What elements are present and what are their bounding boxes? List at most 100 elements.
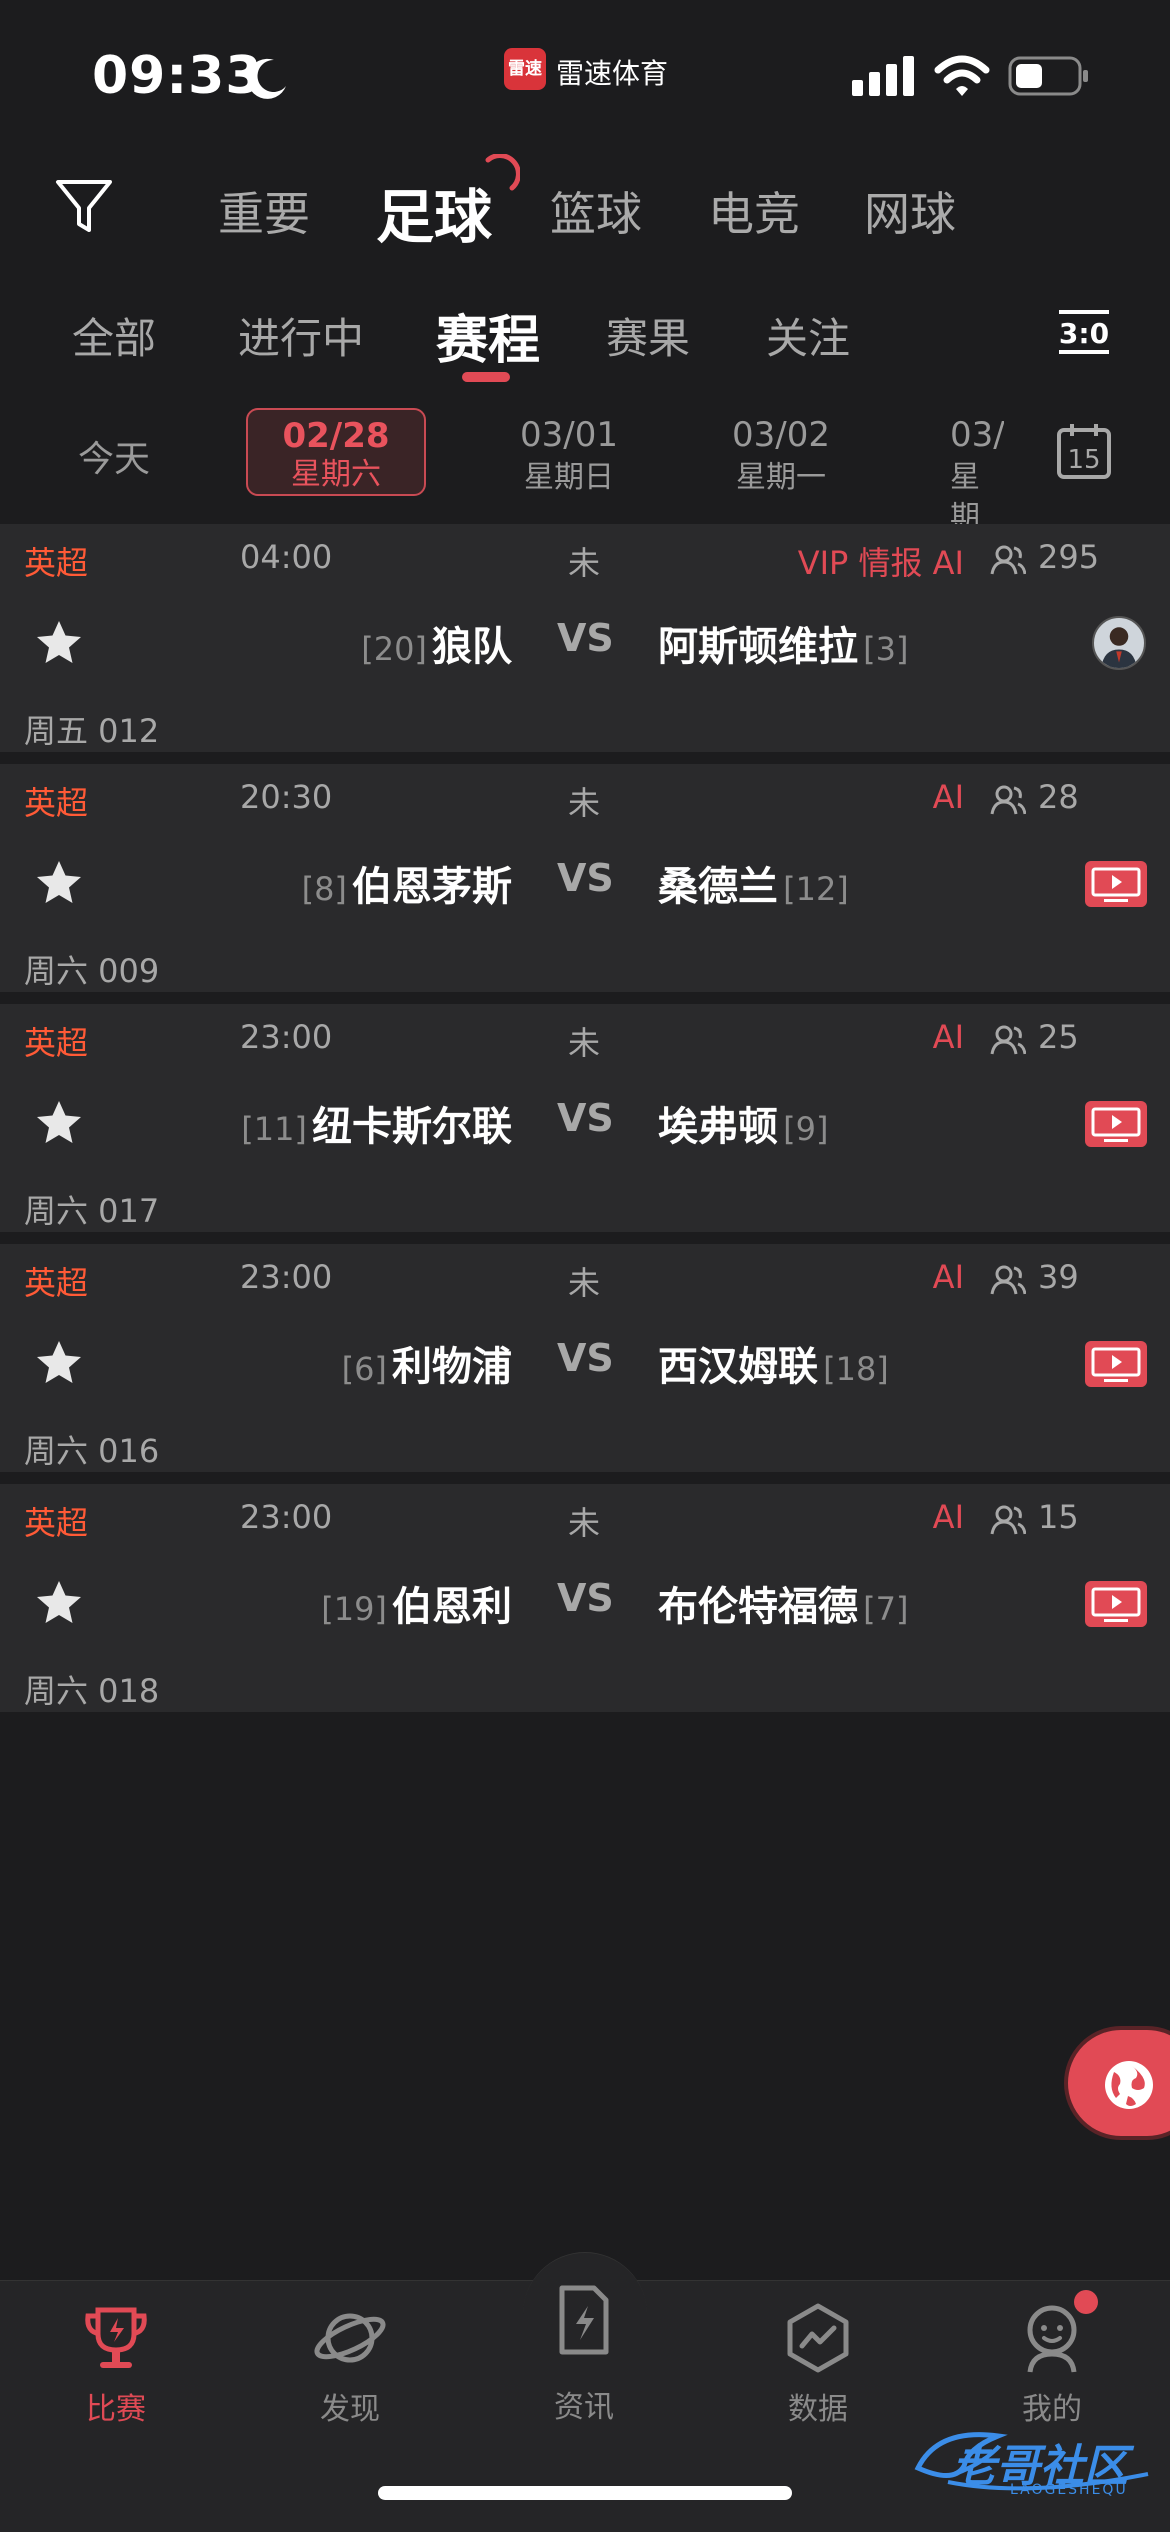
star-icon[interactable]	[34, 1578, 84, 1628]
nav-matches[interactable]: 比赛	[46, 2300, 186, 2428]
live-tv-icon[interactable]	[1084, 1580, 1148, 1628]
date-item[interactable]: 03/02 星期一	[716, 412, 846, 498]
floating-globe-button[interactable]	[1064, 2026, 1170, 2140]
live-tv-icon[interactable]	[1084, 860, 1148, 908]
nav-news[interactable]: 资讯	[514, 2282, 654, 2426]
home-team-name: 伯恩茅斯	[352, 864, 512, 910]
away-team-name: 埃弗顿	[658, 1104, 778, 1150]
people-icon	[990, 1265, 1026, 1295]
away-team: 桑德兰 [12]	[658, 854, 849, 912]
tab-results[interactable]: 赛果	[606, 305, 690, 366]
away-team: 西汉姆联 [18]	[658, 1334, 889, 1392]
tab-following[interactable]: 关注	[766, 305, 850, 366]
match-code: 周六 009	[24, 952, 160, 990]
match-code: 周六 016	[24, 1432, 160, 1470]
analyst-avatar[interactable]	[1092, 616, 1146, 670]
date-item[interactable]: 03/01 星期日	[504, 412, 634, 498]
date-item[interactable]: 03/ 星期	[950, 412, 1004, 538]
people-icon	[990, 785, 1026, 815]
nav-label: 发现	[320, 2392, 380, 2427]
vs-label: VS	[557, 856, 614, 900]
star-icon[interactable]	[34, 618, 84, 668]
nav-label: 比赛	[86, 2392, 146, 2427]
date-weekday: 星期日	[524, 460, 614, 495]
away-rank: [18]	[823, 1350, 889, 1388]
match-card[interactable]: 英超 23:00 未 AI 25 [11] 纽卡斯尔联 VS 埃弗顿 [9] 周六 017	[0, 1004, 1170, 1232]
match-card[interactable]: 英超 23:00 未 AI 15 [19] 伯恩利 VS 布伦特福德 [7] 周六 018	[0, 1484, 1170, 1712]
status-bar: 09:33 雷速 雷速体育	[0, 0, 1170, 150]
star-icon[interactable]	[34, 1098, 84, 1148]
home-team: [8] 伯恩茅斯	[302, 854, 512, 912]
match-state: 未	[568, 544, 601, 582]
home-indicator[interactable]	[378, 2486, 792, 2500]
cellular-signal-icon	[852, 56, 914, 96]
star-icon[interactable]	[34, 858, 84, 908]
away-team-name: 阿斯顿维拉	[658, 624, 858, 670]
home-team-name: 伯恩利	[392, 1584, 512, 1630]
away-team: 埃弗顿 [9]	[658, 1094, 828, 1152]
date-value: 03/02	[732, 415, 830, 455]
star-icon[interactable]	[34, 1338, 84, 1388]
vs-label: VS	[557, 1576, 614, 1620]
league-label[interactable]: 英超	[24, 1258, 88, 1304]
sport-tab-football[interactable]: 足球	[376, 170, 492, 254]
home-rank: [11]	[241, 1110, 307, 1148]
match-tags[interactable]: VIP 情报 AI	[798, 538, 964, 584]
league-label[interactable]: 英超	[24, 1018, 88, 1064]
score-board-icon[interactable]: 3:0	[1058, 308, 1110, 356]
viewer-count: 15	[1038, 1498, 1079, 1536]
sport-tab-esports[interactable]: 电竞	[708, 178, 800, 244]
nav-profile[interactable]: 我的	[982, 2300, 1122, 2428]
away-rank: [12]	[783, 870, 849, 908]
match-state: 未	[568, 1024, 601, 1062]
home-team: [19] 伯恩利	[321, 1574, 512, 1632]
live-tv-icon[interactable]	[1084, 1100, 1148, 1148]
match-code: 周六 018	[24, 1672, 160, 1710]
home-rank: [19]	[321, 1590, 387, 1628]
date-value: 03/	[950, 415, 1004, 455]
match-tags[interactable]: AI	[933, 778, 964, 816]
league-label[interactable]: 英超	[24, 778, 88, 824]
nav-data[interactable]: 数据	[748, 2300, 888, 2428]
live-tv-icon[interactable]	[1084, 1340, 1148, 1388]
match-tags[interactable]: AI	[933, 1258, 964, 1296]
match-tags[interactable]: AI	[933, 1018, 964, 1056]
match-card[interactable]: 英超 23:00 未 AI 39 [6] 利物浦 VS 西汉姆联 [18] 周六 016	[0, 1244, 1170, 1472]
sport-tab-important[interactable]: 重要	[218, 178, 310, 244]
away-team-name: 西汉姆联	[658, 1344, 818, 1390]
planet-icon	[314, 2313, 386, 2363]
date-item-selected[interactable]: 02/28 星期六	[246, 408, 426, 496]
filter-icon[interactable]	[54, 176, 114, 236]
date-today[interactable]: 今天	[78, 430, 150, 482]
match-card[interactable]: 英超 20:30 未 AI 28 [8] 伯恩茅斯 VS 桑德兰 [12] 周六 009	[0, 764, 1170, 992]
away-rank: [9]	[783, 1110, 829, 1148]
away-team-name: 桑德兰	[658, 864, 778, 910]
app-logo: 雷速	[504, 48, 546, 90]
tab-live[interactable]: 进行中	[238, 305, 364, 366]
tab-all[interactable]: 全部	[72, 305, 156, 366]
sport-tab-tennis[interactable]: 网球	[864, 178, 956, 244]
match-state: 未	[568, 784, 601, 822]
league-label[interactable]: 英超	[24, 538, 88, 584]
trophy-icon	[85, 2307, 147, 2368]
away-rank: [7]	[863, 1590, 909, 1628]
match-tags[interactable]: AI	[933, 1498, 964, 1536]
match-card[interactable]: 英超 04:00 未 VIP 情报 AI 295 [20] 狼队 VS 阿斯顿维拉 [3] 周五…	[0, 524, 1170, 752]
home-team-name: 纽卡斯尔联	[312, 1104, 512, 1150]
kickoff-time: 04:00	[240, 538, 333, 576]
sport-tab-basketball[interactable]: 篮球	[550, 178, 642, 244]
people-icon	[990, 1025, 1026, 1055]
tab-schedule[interactable]: 赛程	[436, 298, 540, 373]
nav-label: 数据	[788, 2392, 848, 2427]
home-team: [6] 利物浦	[342, 1334, 512, 1392]
match-state: 未	[568, 1264, 601, 1302]
date-weekday: 星期六	[291, 457, 381, 492]
date-value: 03/01	[520, 415, 618, 455]
nav-discover[interactable]: 发现	[280, 2300, 420, 2428]
kickoff-time: 23:00	[240, 1258, 333, 1296]
calendar-icon[interactable]: 15	[1056, 422, 1112, 480]
league-label[interactable]: 英超	[24, 1498, 88, 1544]
kickoff-time: 20:30	[240, 778, 333, 816]
nav-label: 资讯	[554, 2390, 614, 2425]
away-rank: [3]	[863, 630, 909, 668]
